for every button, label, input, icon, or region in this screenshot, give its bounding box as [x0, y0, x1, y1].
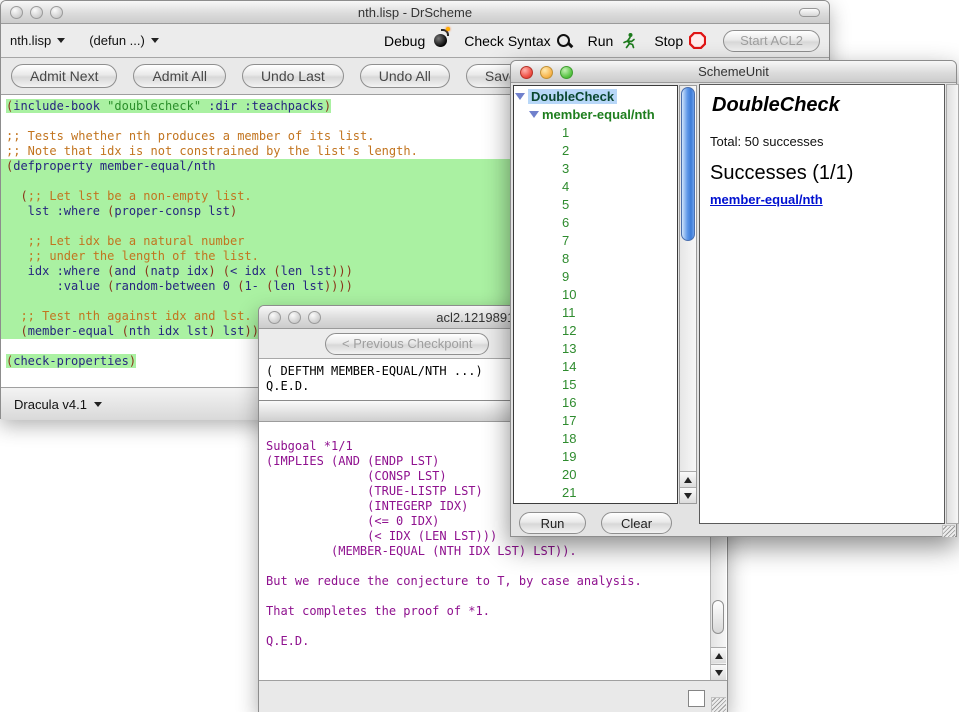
tree-item-case-13[interactable]: 13 — [514, 339, 677, 357]
zoom-button[interactable] — [50, 6, 63, 19]
close-button[interactable] — [10, 6, 23, 19]
arrow-up-icon — [684, 477, 692, 483]
resize-grip[interactable] — [942, 525, 955, 537]
tree-item-case-6[interactable]: 6 — [514, 213, 677, 231]
defun-popup-menu[interactable]: (defun ...) — [89, 33, 159, 48]
scrollbar-thumb[interactable] — [681, 87, 695, 241]
desktop: nth.lisp - DrScheme nth.lisp (defun ...)… — [0, 0, 959, 712]
file-popup-label: nth.lisp — [10, 33, 51, 48]
schemeunit-titlebar[interactable]: SchemeUnit — [511, 61, 956, 83]
dracula-button-undo-all[interactable]: Undo All — [360, 64, 450, 88]
checkbox[interactable] — [688, 690, 705, 707]
chevron-down-icon — [151, 38, 159, 43]
tree-item-case-21[interactable]: 21 — [514, 483, 677, 501]
close-button[interactable] — [520, 66, 533, 79]
tree-item-doublecheck[interactable]: DoubleCheck — [514, 87, 677, 105]
disclosure-triangle-icon[interactable] — [515, 93, 525, 100]
check-syntax-button[interactable]: Check Syntax — [464, 33, 570, 49]
result-detail-panel: DoubleCheck Total: 50 successes Successe… — [699, 84, 945, 524]
tree-scrollbar[interactable] — [679, 85, 697, 504]
tree-item-case-16[interactable]: 16 — [514, 393, 677, 411]
tree-item-case-7[interactable]: 7 — [514, 231, 677, 249]
runner-icon — [619, 32, 637, 50]
acl2-bottom-bar — [259, 680, 727, 712]
toolbar-actions: Debug Check Syntax Run Stop — [384, 30, 820, 52]
tree-item-case-4[interactable]: 4 — [514, 177, 677, 195]
tree-item-case-8[interactable]: 8 — [514, 249, 677, 267]
detail-scrollbar[interactable] — [946, 84, 959, 524]
scroll-up-button[interactable] — [680, 471, 696, 487]
scroll-down-button[interactable] — [711, 664, 726, 680]
scroll-down-button[interactable] — [680, 487, 696, 503]
window-title: nth.lisp - DrScheme — [1, 5, 829, 20]
debug-label: Debug — [384, 33, 425, 49]
tree-item-case-3[interactable]: 3 — [514, 159, 677, 177]
scrollbar-thumb[interactable] — [712, 600, 724, 634]
arrow-up-icon — [715, 653, 723, 659]
tree-item-case-19[interactable]: 19 — [514, 447, 677, 465]
test-tree-panel[interactable]: DoubleCheck member-equal/nth 12345678910… — [513, 85, 678, 504]
check-syntax-label: Check Syntax — [464, 33, 550, 49]
dracula-button-admit-all[interactable]: Admit All — [133, 64, 225, 88]
scroll-up-button[interactable] — [711, 647, 726, 663]
file-popup-menu[interactable]: nth.lisp — [10, 33, 65, 48]
drscheme-toolbar: nth.lisp (defun ...) Debug Check Syntax … — [1, 24, 829, 58]
window-controls — [520, 66, 573, 79]
schemeunit-window: SchemeUnit DoubleCheck member-equal/nth … — [510, 60, 957, 537]
zoom-button[interactable] — [560, 66, 573, 79]
result-heading: DoubleCheck — [712, 94, 944, 117]
dracula-button-undo-last[interactable]: Undo Last — [242, 64, 344, 88]
defun-popup-label: (defun ...) — [89, 33, 145, 48]
tree-item-case-20[interactable]: 20 — [514, 465, 677, 483]
run-tests-button[interactable]: Run — [519, 512, 586, 534]
run-button[interactable]: Run — [588, 32, 638, 50]
close-button[interactable] — [268, 311, 281, 324]
tree-item-case-2[interactable]: 2 — [514, 141, 677, 159]
window-controls — [10, 6, 63, 19]
chevron-down-icon — [57, 38, 65, 43]
tree-item-member-equal-nth[interactable]: member-equal/nth — [514, 105, 677, 123]
tree-item-case-14[interactable]: 14 — [514, 357, 677, 375]
tree-item-case-17[interactable]: 17 — [514, 411, 677, 429]
toolbar-toggle-button[interactable] — [799, 8, 820, 17]
run-label: Run — [588, 33, 614, 49]
clear-button[interactable]: Clear — [601, 512, 672, 534]
successes-heading: Successes (1/1) — [710, 162, 944, 185]
stop-octagon-icon — [689, 32, 706, 49]
result-total: Total: 50 successes — [710, 134, 944, 149]
chevron-down-icon[interactable] — [94, 402, 102, 407]
window-title: SchemeUnit — [511, 64, 956, 79]
resize-grip[interactable] — [711, 697, 726, 712]
tree-item-case-10[interactable]: 10 — [514, 285, 677, 303]
tree-item-case-1[interactable]: 1 — [514, 123, 677, 141]
tree-item-case-15[interactable]: 15 — [514, 375, 677, 393]
tree-item-case-5[interactable]: 5 — [514, 195, 677, 213]
tree-item-case-18[interactable]: 18 — [514, 429, 677, 447]
start-acl2-button[interactable]: Start ACL2 — [723, 30, 820, 52]
disclosure-triangle-icon[interactable] — [529, 111, 539, 118]
arrow-down-icon — [684, 493, 692, 499]
tree-item-case-11[interactable]: 11 — [514, 303, 677, 321]
minimize-button[interactable] — [540, 66, 553, 79]
window-controls — [268, 311, 321, 324]
dracula-button-admit-next[interactable]: Admit Next — [11, 64, 117, 88]
minimize-button[interactable] — [30, 6, 43, 19]
minimize-button[interactable] — [288, 311, 301, 324]
tree-suite-label: member-equal/nth — [542, 107, 655, 122]
dracula-version-label: Dracula v4.1 — [14, 397, 87, 412]
tree-item-case-12[interactable]: 12 — [514, 321, 677, 339]
stop-label: Stop — [654, 33, 683, 49]
stop-button[interactable]: Stop — [654, 32, 706, 49]
test-case-list: 123456789101112131415161718192021 — [514, 123, 677, 501]
tree-root-label: DoubleCheck — [528, 89, 617, 104]
success-link[interactable]: member-equal/nth — [710, 192, 823, 207]
zoom-button[interactable] — [308, 311, 321, 324]
arrow-down-icon — [715, 670, 723, 676]
previous-checkpoint-button[interactable]: < Previous Checkpoint — [325, 333, 489, 355]
magnifier-icon — [557, 34, 571, 48]
debug-button[interactable]: Debug — [384, 33, 447, 49]
tree-item-case-9[interactable]: 9 — [514, 267, 677, 285]
drscheme-titlebar[interactable]: nth.lisp - DrScheme — [1, 1, 829, 24]
bomb-icon — [434, 34, 447, 47]
